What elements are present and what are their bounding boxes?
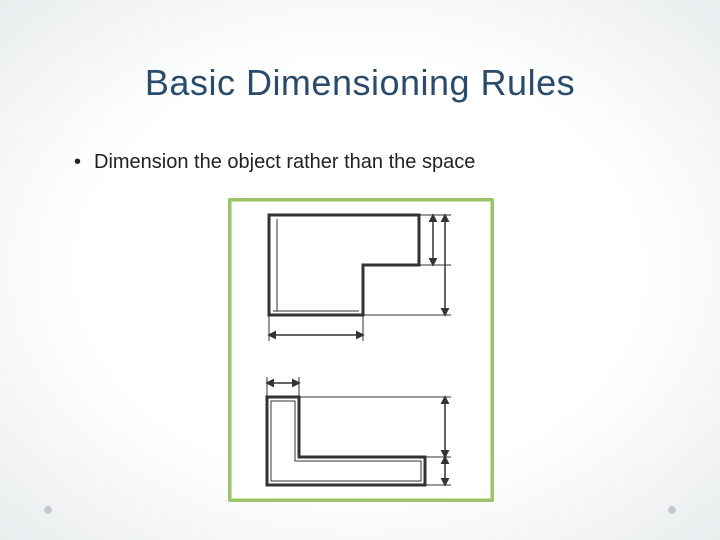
list-item: Dimension the object rather than the spa… [74, 148, 475, 176]
slide: Basic Dimensioning Rules Dimension the o… [0, 0, 720, 540]
top-example [269, 215, 451, 341]
pager-dot-right [668, 506, 676, 514]
bottom-example [267, 377, 451, 485]
figure-frame [228, 198, 494, 502]
dimensioning-figure [237, 207, 485, 493]
page-title: Basic Dimensioning Rules [0, 62, 720, 104]
pager-dot-left [44, 506, 52, 514]
bullet-list: Dimension the object rather than the spa… [74, 148, 475, 176]
